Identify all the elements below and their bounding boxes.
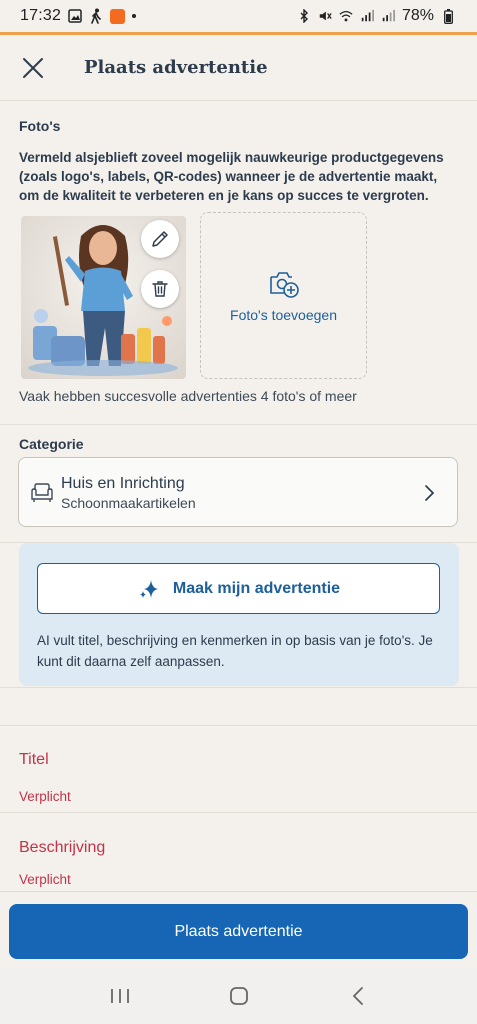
home-button[interactable] — [219, 976, 259, 1016]
add-photos-label: Foto's toevoegen — [230, 306, 337, 323]
photos-label: Foto's — [19, 118, 61, 134]
bluetooth-icon — [297, 9, 311, 23]
divider — [0, 812, 477, 813]
pencil-icon — [152, 231, 168, 247]
description-field-required: Verplicht — [19, 872, 71, 887]
back-button[interactable] — [338, 976, 378, 1016]
place-ad-button[interactable]: Plaats advertentie — [9, 904, 468, 959]
trash-icon — [152, 281, 168, 297]
system-nav-bar — [0, 967, 477, 1024]
battery-icon — [441, 8, 455, 24]
signal-icon — [360, 9, 374, 23]
ai-description: AI vult titel, beschrijving en kenmerken… — [37, 633, 433, 669]
mute-icon — [318, 9, 332, 23]
close-button[interactable] — [20, 55, 46, 81]
add-photos-button[interactable]: Foto's toevoegen — [200, 212, 367, 379]
sofa-icon — [31, 483, 53, 502]
description-field-label[interactable]: Beschrijving — [19, 839, 105, 857]
page-title: Plaats advertentie — [84, 57, 268, 78]
title-field-required: Verplicht — [19, 789, 71, 804]
gallery-icon — [68, 9, 82, 23]
app-header: Plaats advertentie — [0, 35, 477, 101]
category-selector[interactable]: Huis en Inrichting Schoonmaakartikelen — [18, 457, 458, 527]
more-notifications-icon — [132, 14, 137, 18]
add-photo-camera-icon — [269, 271, 299, 298]
category-label: Categorie — [19, 436, 84, 452]
status-left: 17:32 — [20, 7, 137, 25]
app-notification-icon — [110, 8, 126, 24]
signal-2-icon — [381, 9, 395, 23]
sparkle-icon — [139, 579, 158, 598]
walking-icon — [89, 8, 103, 24]
make-my-ad-label: Maak mijn advertentie — [172, 579, 341, 597]
status-right: 78% — [297, 7, 455, 25]
place-ad-label: Plaats advertentie — [174, 922, 303, 940]
recent-apps-button[interactable] — [100, 976, 140, 1016]
home-icon — [229, 986, 248, 1005]
title-field-label[interactable]: Titel — [19, 751, 49, 769]
chevron-right-icon — [425, 485, 435, 501]
divider — [0, 424, 477, 425]
close-icon — [23, 58, 43, 78]
delete-photo-button[interactable] — [141, 270, 179, 308]
wifi-icon — [339, 9, 353, 23]
divider — [0, 725, 477, 726]
photos-hint: Vaak hebben succesvolle advertenties 4 f… — [19, 388, 357, 404]
back-icon — [352, 986, 363, 1005]
status-time: 17:32 — [20, 7, 62, 24]
make-my-ad-button[interactable]: Maak mijn advertentie — [37, 563, 440, 614]
battery-percent: 78% — [401, 7, 434, 24]
photos-description: Vermeld alsjeblieft zoveel mogelijk nauw… — [19, 150, 444, 203]
category-title: Huis en Inrichting — [61, 475, 185, 492]
edit-photo-button[interactable] — [141, 220, 179, 258]
photo-thumbnail[interactable] — [21, 216, 186, 379]
ai-panel: Maak mijn advertentie AI vult titel, bes… — [19, 543, 459, 686]
main-content[interactable]: Foto's Vermeld alsjeblieft zoveel mogeli… — [0, 101, 477, 891]
recent-apps-icon — [110, 988, 129, 1003]
category-subtitle: Schoonmaakartikelen — [61, 495, 196, 511]
bottom-bar: Plaats advertentie — [0, 891, 477, 967]
divider — [0, 687, 477, 688]
status-bar: 17:32 78% — [0, 0, 477, 32]
